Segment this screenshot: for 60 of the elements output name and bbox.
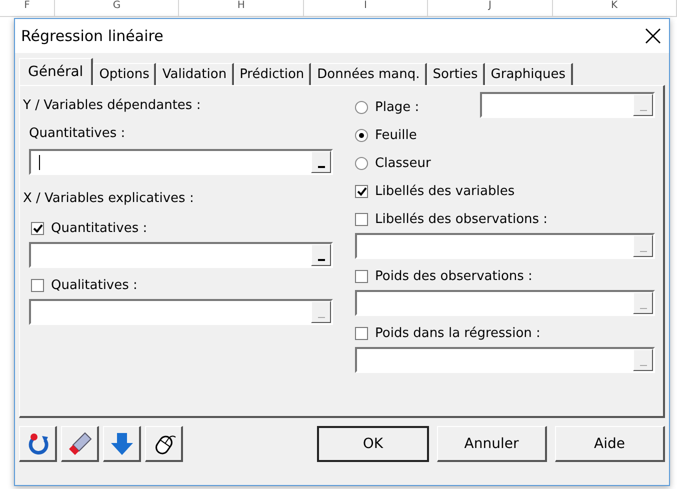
dialog-button[interactable]: Annuler	[437, 426, 547, 462]
column-header: H	[179, 0, 304, 16]
range-field[interactable]	[480, 92, 655, 118]
radio-label: Classeur	[375, 156, 431, 170]
checkbox[interactable]	[355, 326, 368, 340]
range-field[interactable]	[355, 233, 655, 259]
toolbar-button[interactable]	[145, 426, 183, 462]
radio-button[interactable]	[355, 156, 368, 170]
column-header: I	[304, 0, 428, 16]
toolbar-button[interactable]	[103, 426, 141, 462]
dialog-button[interactable]: Aide	[555, 426, 665, 462]
radio-button[interactable]	[355, 100, 368, 114]
checkbox-label: Qualitatives :	[51, 278, 138, 292]
column-header: J	[428, 0, 553, 16]
column-header: K	[552, 0, 677, 16]
column-header: G	[55, 0, 180, 16]
down-arrow-icon	[108, 430, 134, 456]
tab[interactable]: Général	[19, 58, 94, 85]
checkbox[interactable]	[31, 222, 44, 234]
checkbox[interactable]	[31, 278, 44, 292]
checkbox[interactable]	[355, 184, 368, 198]
range-field[interactable]	[29, 242, 333, 268]
close-icon[interactable]	[645, 28, 661, 44]
toolbar-button[interactable]	[61, 426, 99, 462]
tab[interactable]: Données manq.	[311, 63, 427, 85]
checkbox[interactable]	[355, 270, 368, 282]
checkbox-label: Poids dans la régression :	[375, 326, 540, 340]
tab[interactable]: Validation	[156, 63, 234, 85]
tab[interactable]: Options	[93, 63, 156, 85]
range-button[interactable]	[311, 151, 331, 173]
checkbox-label: Quantitatives :	[51, 220, 148, 236]
section-heading: Y / Variables dépendantes :	[23, 98, 202, 115]
range-button[interactable]	[633, 235, 653, 257]
checkbox-label: Poids des observations :	[375, 268, 532, 284]
field-label: Quantitatives :	[29, 126, 126, 143]
range-button[interactable]	[311, 301, 331, 323]
range-button[interactable]	[633, 349, 653, 371]
column-header: F	[0, 0, 56, 16]
checkbox-label: Libellés des variables	[375, 184, 515, 198]
checkbox-label: Libellés des observations :	[375, 212, 548, 226]
tab[interactable]: Graphiques	[484, 63, 573, 85]
checkbox[interactable]	[355, 212, 368, 226]
toolbar-button[interactable]	[19, 426, 57, 462]
range-field[interactable]	[29, 299, 333, 325]
range-field[interactable]	[29, 149, 333, 175]
range-field[interactable]	[355, 290, 655, 316]
radio-button[interactable]	[355, 128, 368, 142]
range-button[interactable]	[633, 94, 653, 116]
dialog-button[interactable]: OK	[317, 426, 429, 462]
range-field[interactable]	[355, 347, 655, 373]
range-button[interactable]	[311, 244, 331, 266]
window-title: Régression linéaire	[21, 27, 164, 45]
tab[interactable]: Sorties	[426, 63, 485, 85]
radio-label: Plage :	[375, 100, 420, 114]
range-button[interactable]	[633, 292, 653, 314]
text-cursor	[39, 155, 40, 170]
eraser-icon	[66, 430, 92, 456]
radio-label: Feuille	[375, 128, 417, 142]
section-heading: X / Variables explicatives :	[23, 191, 195, 208]
tab[interactable]: Prédiction	[234, 63, 312, 85]
